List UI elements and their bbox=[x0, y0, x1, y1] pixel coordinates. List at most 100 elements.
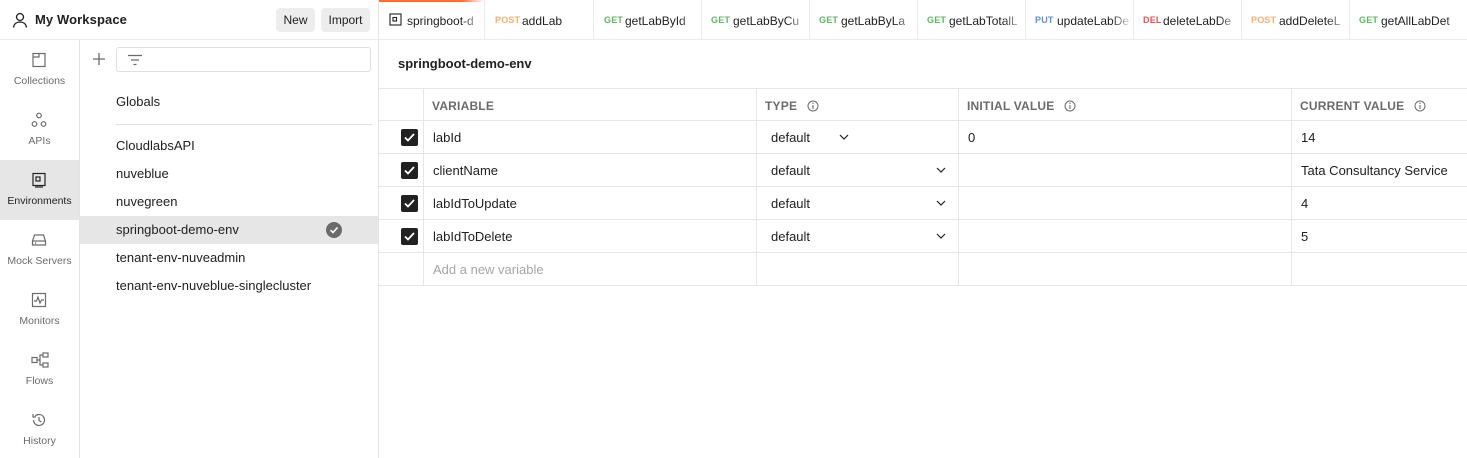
environment-item[interactable]: CloudlabsAPI bbox=[80, 132, 378, 160]
initial-value-cell[interactable]: 0 bbox=[959, 121, 1292, 154]
sidebar-item-label: APIs bbox=[28, 135, 51, 147]
sidebar-item-history[interactable]: History bbox=[0, 400, 79, 458]
header-cell-initial-value: INITIAL VALUE bbox=[959, 89, 1292, 122]
type-select[interactable]: default bbox=[757, 220, 959, 253]
environment-item[interactable]: nuvegreen bbox=[80, 188, 378, 216]
tab-request[interactable]: POST addDeleteL bbox=[1242, 0, 1350, 39]
import-button[interactable]: Import bbox=[321, 8, 370, 32]
history-icon bbox=[32, 413, 46, 427]
tab-fade bbox=[787, 0, 809, 39]
sidebar-item-label: Monitors bbox=[19, 315, 60, 327]
active-environment-check-icon[interactable] bbox=[326, 222, 342, 238]
tab-method: GET bbox=[711, 15, 731, 25]
table-row: labIdToDelete default 5 bbox=[379, 220, 1467, 253]
tab-request[interactable]: GET getLabByCu bbox=[702, 0, 810, 39]
tab-method: GET bbox=[1359, 15, 1379, 25]
environment-item[interactable]: nuveblue bbox=[80, 160, 378, 188]
apis-icon bbox=[31, 112, 47, 127]
type-select[interactable]: default bbox=[757, 154, 959, 187]
current-value-cell[interactable]: 5 bbox=[1292, 220, 1467, 253]
environment-search-input[interactable] bbox=[116, 47, 371, 72]
variable-name-cell[interactable]: labIdToUpdate bbox=[424, 187, 757, 220]
sidebar-item-mock-servers[interactable]: Mock Servers bbox=[0, 220, 79, 280]
tab-request[interactable]: GET getLabByLa bbox=[810, 0, 918, 39]
workspace-header: My Workspace New Import bbox=[0, 0, 379, 40]
header-cell-variable: VARIABLE bbox=[424, 89, 757, 122]
initial-value-cell[interactable] bbox=[959, 187, 1292, 220]
tab-method: POST bbox=[495, 15, 521, 25]
filter-icon bbox=[128, 54, 142, 66]
variable-name-cell[interactable]: clientName bbox=[424, 154, 757, 187]
mock-servers-icon bbox=[31, 234, 47, 246]
environment-item-globals[interactable]: Globals bbox=[80, 88, 378, 116]
chevron-down-icon bbox=[936, 200, 946, 206]
table-row: labId default 0 14 bbox=[379, 121, 1467, 154]
row-checkbox-cell bbox=[379, 154, 424, 187]
table-header: VARIABLE TYPE INITIAL VALUE CURRENT VALU… bbox=[379, 88, 1467, 122]
variable-name-cell[interactable]: labIdToDelete bbox=[424, 220, 757, 253]
empty-cell[interactable] bbox=[959, 253, 1292, 286]
add-variable-placeholder: Add a new variable bbox=[433, 262, 544, 277]
enabled-checkbox[interactable] bbox=[401, 162, 418, 179]
tab-request[interactable]: GET getLabById bbox=[594, 0, 702, 39]
empty-cell[interactable] bbox=[757, 253, 959, 286]
sidebar-item-environments[interactable]: Environments bbox=[0, 160, 79, 220]
type-value: default bbox=[771, 229, 811, 244]
sidebar-item-flows[interactable]: Flows bbox=[0, 340, 79, 400]
chevron-down-icon bbox=[936, 233, 946, 239]
tab-fade bbox=[1445, 0, 1467, 39]
tab-request[interactable]: GET getLabTotalL bbox=[918, 0, 1026, 39]
tab-fade bbox=[679, 0, 701, 39]
workspace-title[interactable]: My Workspace bbox=[35, 12, 127, 27]
type-value: default bbox=[771, 130, 811, 145]
user-icon bbox=[12, 12, 28, 28]
column-header-label: TYPE bbox=[765, 99, 798, 113]
initial-value-cell[interactable] bbox=[959, 220, 1292, 253]
divider bbox=[116, 124, 372, 125]
sidebar-item-monitors[interactable]: Monitors bbox=[0, 280, 79, 340]
new-button[interactable]: New bbox=[276, 8, 315, 32]
current-value: 14 bbox=[1301, 130, 1316, 145]
tab-label: getAllLabDet bbox=[1381, 14, 1450, 28]
enabled-checkbox[interactable] bbox=[401, 129, 418, 146]
sidebar-item-label: Collections bbox=[13, 75, 66, 87]
current-value-cell[interactable]: Tata Consultancy Service bbox=[1292, 154, 1467, 187]
add-variable-input[interactable]: Add a new variable bbox=[424, 253, 757, 286]
column-header: INITIAL VALUE bbox=[967, 99, 1076, 113]
current-value-cell[interactable]: 14 bbox=[1292, 121, 1467, 154]
type-select[interactable]: default bbox=[757, 187, 959, 220]
environment-tab-icon bbox=[389, 13, 402, 26]
enabled-checkbox[interactable] bbox=[401, 195, 418, 212]
environment-item-label: springboot-demo-env bbox=[116, 222, 239, 237]
enabled-checkbox[interactable] bbox=[401, 228, 418, 245]
initial-value-cell[interactable] bbox=[959, 154, 1292, 187]
empty-cell[interactable] bbox=[1292, 253, 1467, 286]
info-icon[interactable] bbox=[1414, 100, 1426, 112]
sidebar-rail: Collections APIs Environments Mock Serve… bbox=[0, 40, 80, 458]
variable-name-cell[interactable]: labId bbox=[424, 121, 757, 154]
info-icon[interactable] bbox=[1064, 100, 1076, 112]
tab-method: PUT bbox=[1035, 15, 1054, 25]
info-icon[interactable] bbox=[807, 100, 819, 112]
current-value: Tata Consultancy Service bbox=[1301, 163, 1448, 178]
environment-item-active[interactable]: springboot-demo-env bbox=[80, 216, 378, 244]
sidebar-item-collections[interactable]: Collections bbox=[0, 40, 79, 100]
tab-request[interactable]: POST addLab bbox=[485, 0, 594, 39]
sidebar-item-apis[interactable]: APIs bbox=[0, 100, 79, 160]
tab-method: GET bbox=[604, 15, 624, 25]
tab-environment[interactable]: springboot-d bbox=[379, 0, 485, 39]
environment-item[interactable]: tenant-env-nuveadmin bbox=[80, 244, 378, 272]
current-value-cell[interactable]: 4 bbox=[1292, 187, 1467, 220]
tab-request[interactable]: PUT updateLabDe bbox=[1026, 0, 1134, 39]
tab-method: GET bbox=[819, 15, 839, 25]
tab-request[interactable]: GET getAllLabDet bbox=[1350, 0, 1467, 39]
chevron-down-icon bbox=[839, 134, 849, 140]
tab-fade bbox=[462, 0, 484, 39]
column-header: TYPE bbox=[765, 99, 819, 113]
type-select[interactable]: default bbox=[757, 121, 959, 154]
tab-request[interactable]: DEL deleteLabDe bbox=[1134, 0, 1242, 39]
environment-title[interactable]: springboot-demo-env bbox=[398, 56, 532, 71]
environment-item[interactable]: tenant-env-nuveblue-singlecluster bbox=[80, 272, 378, 300]
flows-icon bbox=[31, 352, 49, 368]
add-environment-icon[interactable] bbox=[90, 50, 108, 68]
